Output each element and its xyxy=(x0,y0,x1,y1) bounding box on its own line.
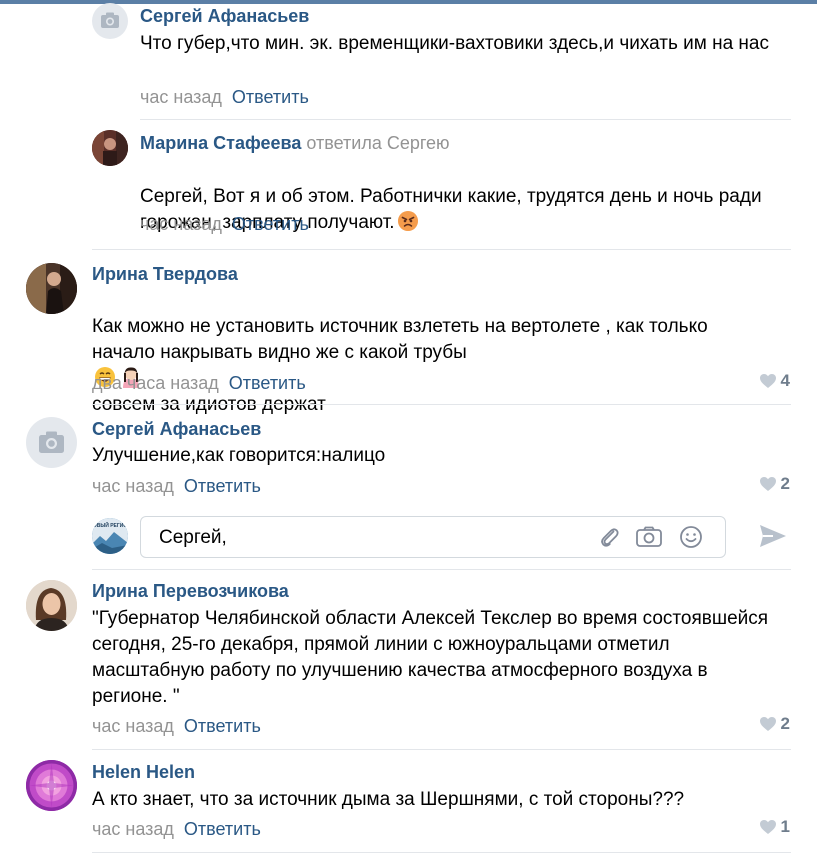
send-icon[interactable] xyxy=(758,521,788,551)
avatar[interactable] xyxy=(26,760,77,811)
like-count: 1 xyxy=(780,817,790,836)
avatar[interactable] xyxy=(26,263,77,314)
comment-author[interactable]: Ирина Перевозчикова xyxy=(92,581,289,602)
comment-time[interactable]: час назад xyxy=(140,87,222,107)
comment-time[interactable]: час назад xyxy=(92,819,174,839)
comment-item: Сергей Афанасьев Улучшение,как говорится… xyxy=(0,405,817,505)
comment-item: Ирина Твердова Как можно не установить и… xyxy=(0,250,817,415)
comment-author[interactable]: Сергей Афанасьев xyxy=(140,6,309,27)
author-name[interactable]: Сергей Афанасьев xyxy=(140,6,309,26)
comment-text: Как можно не установить источник взлетет… xyxy=(92,288,772,418)
like-button[interactable]: 2 xyxy=(759,474,790,494)
comment-text: А кто знает, что за источник дыма за Шер… xyxy=(92,789,685,810)
author-name[interactable]: Ирина Твердова xyxy=(92,264,238,284)
comment-meta: час назад Ответить xyxy=(92,819,261,840)
avatar-logo: НОВЫЙ РЕГИОН xyxy=(92,518,128,554)
comment-time[interactable]: час назад xyxy=(92,476,174,496)
smile-icon[interactable] xyxy=(679,525,703,549)
avatar[interactable] xyxy=(26,580,77,631)
avatar-photo xyxy=(92,130,128,166)
camera-icon[interactable] xyxy=(635,525,663,549)
comment-item: Ирина Перевозчикова "Губернатор Челябинс… xyxy=(0,570,817,750)
avatar-logo-text: НОВЫЙ РЕГИОН xyxy=(92,521,128,529)
comment-author[interactable]: Марина Стафеева ответила Сергею xyxy=(140,133,450,154)
comment-item: Helen Helen А кто знает, что за источник… xyxy=(0,750,817,850)
camera-icon xyxy=(101,12,119,28)
reply-input[interactable] xyxy=(157,526,581,550)
comment-author[interactable]: Ирина Твердова xyxy=(92,264,238,285)
comment-time[interactable]: два часа назад xyxy=(92,373,219,393)
reply-link[interactable]: Ответить xyxy=(229,373,306,393)
avatar[interactable] xyxy=(92,3,128,39)
comment-meta: два часа назад Ответить xyxy=(92,373,306,394)
like-button[interactable]: 1 xyxy=(759,817,790,837)
comment-text: "Губернатор Челябинской области Алексей … xyxy=(92,608,769,707)
like-count: 2 xyxy=(780,474,790,493)
angry-face-emoji xyxy=(397,211,418,231)
avatar[interactable] xyxy=(92,130,128,166)
current-user-avatar[interactable]: НОВЫЙ РЕГИОН xyxy=(92,518,128,554)
author-name[interactable]: Сергей Афанасьев xyxy=(92,419,261,439)
avatar[interactable] xyxy=(26,417,77,468)
comment-meta: час назад Ответить xyxy=(140,214,309,235)
comment-text: Улучшение,как говорится:налицо xyxy=(92,445,386,466)
reply-link[interactable]: Ответить xyxy=(184,819,261,839)
paperclip-icon[interactable] xyxy=(597,525,621,549)
like-button[interactable]: 4 xyxy=(759,371,790,391)
reply-link[interactable]: Ответить xyxy=(232,214,309,234)
heart-icon xyxy=(759,717,776,731)
author-name[interactable]: Ирина Перевозчикова xyxy=(92,581,289,601)
heart-icon xyxy=(759,477,776,491)
divider xyxy=(92,852,791,853)
reply-link[interactable]: Ответить xyxy=(184,476,261,496)
comment-item: Марина Стафеева ответила Сергею Сергей, … xyxy=(0,120,817,250)
comment-meta: час назад Ответить xyxy=(92,476,261,497)
comment-text: Что губер,что мин. эк. временщики-вахтов… xyxy=(140,33,769,54)
comment-meta: час назад Ответить xyxy=(92,716,261,737)
comment-text-body: Как можно не установить источник взлетет… xyxy=(92,316,708,363)
like-button[interactable]: 2 xyxy=(759,714,790,734)
comment-time[interactable]: час назад xyxy=(140,214,222,234)
reply-link[interactable]: Ответить xyxy=(232,87,309,107)
reply-to-label[interactable]: ответила Сергею xyxy=(306,133,449,153)
like-count: 2 xyxy=(780,714,790,733)
comment-author[interactable]: Сергей Афанасьев xyxy=(92,419,261,440)
comment-meta: час назад Ответить xyxy=(140,87,309,108)
reply-link[interactable]: Ответить xyxy=(184,716,261,736)
comment-author[interactable]: Helen Helen xyxy=(92,762,195,783)
avatar-photo xyxy=(26,760,77,811)
avatar-photo xyxy=(26,580,77,631)
reply-box xyxy=(140,516,726,558)
heart-icon xyxy=(759,820,776,834)
author-name[interactable]: Helen Helen xyxy=(92,762,195,782)
like-count: 4 xyxy=(780,371,790,390)
comment-time[interactable]: час назад xyxy=(92,716,174,736)
avatar-photo xyxy=(26,263,77,314)
author-name[interactable]: Марина Стафеева xyxy=(140,133,301,153)
comment-item: Сергей Афанасьев Что губер,что мин. эк. … xyxy=(0,0,817,120)
heart-icon xyxy=(759,374,776,388)
camera-icon xyxy=(39,431,64,453)
